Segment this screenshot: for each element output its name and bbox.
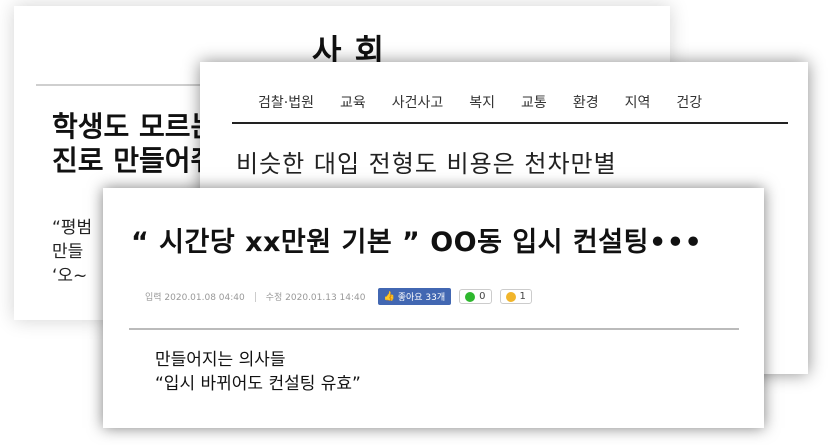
nav-item-incidents[interactable]: 사건사고 <box>392 92 444 112</box>
comment-icon <box>465 291 476 302</box>
nav-item-region[interactable]: 지역 <box>625 92 651 112</box>
middle-article-headline[interactable]: 비슷한 대입 전형도 비용은 천차만별 <box>236 144 617 179</box>
back-excerpt-line2: 만들 <box>52 242 84 262</box>
category-nav: 검찰·법원 교육 사건사고 복지 교통 환경 지역 건강 <box>258 92 728 112</box>
front-article-subheadline: 만들어지는 의사들 “입시 바뀌어도 컨설팅 유효” <box>155 348 361 396</box>
front-article-headline[interactable]: “ 시간당 xx만원 기본 ” OO동 입시 컨설팅••• <box>131 220 702 259</box>
thumbs-up-icon: 👍 <box>383 291 395 302</box>
nav-item-welfare[interactable]: 복지 <box>469 92 495 112</box>
nav-item-education[interactable]: 교육 <box>340 92 366 112</box>
nav-item-health[interactable]: 건강 <box>676 92 702 112</box>
comment-count: 0 <box>479 291 486 302</box>
reaction-button[interactable]: 1 <box>499 289 532 304</box>
article-divider <box>129 328 739 330</box>
back-article-headline[interactable]: 학생도 모르는 진로 만들어줘 <box>52 110 216 178</box>
back-article-excerpt: “평범 만들 ‘오~ <box>52 216 92 288</box>
back-headline-line2: 진로 만들어줘 <box>52 144 217 177</box>
nav-divider <box>232 122 788 124</box>
like-label: 좋아요 33개 <box>397 293 446 303</box>
like-button[interactable]: 👍 좋아요 33개 <box>377 288 452 305</box>
nav-item-traffic[interactable]: 교통 <box>521 92 547 112</box>
meta-separator <box>254 291 256 302</box>
front-article-card: “ 시간당 xx만원 기본 ” OO동 입시 컨설팅••• 입력 2020.01… <box>103 188 764 428</box>
back-excerpt-line3: ‘오~ <box>52 266 88 286</box>
nav-item-prosecution-court[interactable]: 검찰·법원 <box>258 92 314 112</box>
edit-date: 수정 2020.01.13 14:40 <box>265 293 366 303</box>
back-excerpt-line1: “평범 <box>52 218 93 238</box>
article-meta: 입력 2020.01.08 04:40 수정 2020.01.13 14:40 … <box>145 288 532 305</box>
reaction-count: 1 <box>519 291 526 302</box>
nav-item-environment[interactable]: 환경 <box>573 92 599 112</box>
back-headline-line1: 학생도 모르는 <box>52 110 217 143</box>
sub-line2: “입시 바뀌어도 컨설팅 유효” <box>155 374 361 394</box>
input-date: 입력 2020.01.08 04:40 <box>145 293 245 303</box>
comment-button[interactable]: 0 <box>459 289 492 304</box>
sub-line1: 만들어지는 의사들 <box>155 350 286 370</box>
smiley-icon <box>505 291 516 302</box>
